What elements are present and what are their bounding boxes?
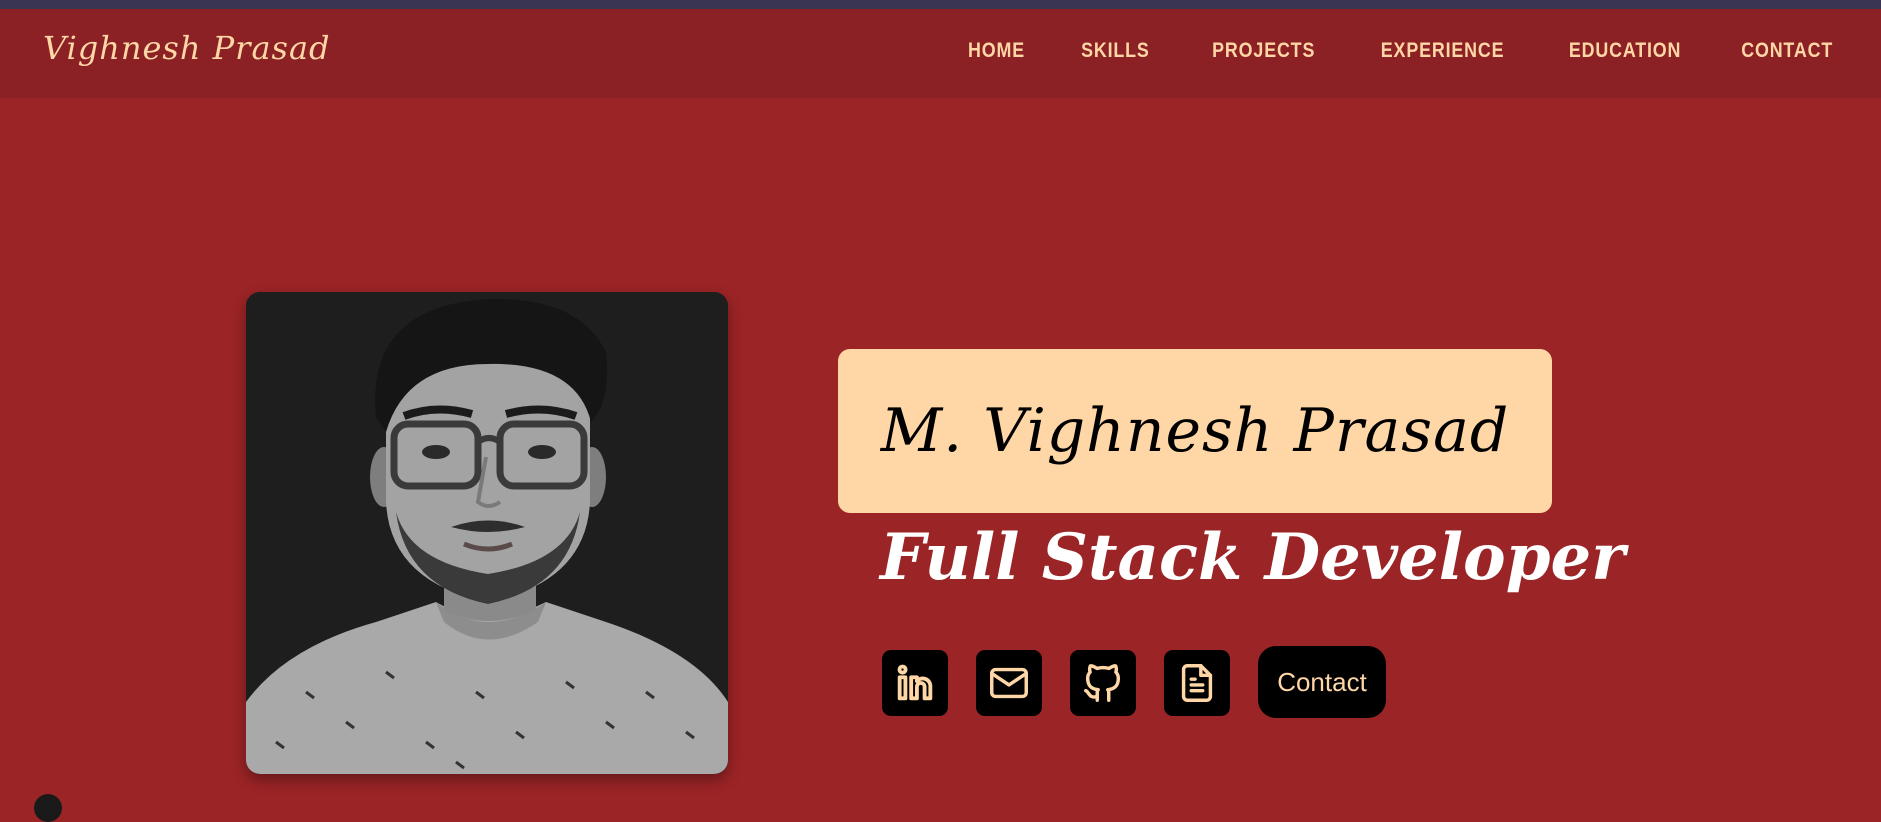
main-nav: HOME SKILLS PROJECTS EXPERIENCE EDUCATIO…	[914, 39, 1833, 63]
resume-button[interactable]	[1164, 650, 1230, 716]
github-icon	[1084, 664, 1121, 702]
nav-projects[interactable]: PROJECTS	[1212, 39, 1315, 63]
nav-skills[interactable]: SKILLS	[1081, 39, 1150, 63]
email-icon	[990, 667, 1028, 699]
linkedin-icon	[897, 664, 933, 701]
email-button[interactable]	[976, 650, 1042, 716]
nav-contact[interactable]: CONTACT	[1741, 39, 1833, 63]
nav-experience[interactable]: EXPERIENCE	[1381, 39, 1505, 63]
resume-icon	[1181, 664, 1213, 702]
navbar: Vighnesh Prasad HOME SKILLS PROJECTS EXP…	[0, 9, 1881, 98]
corner-widget[interactable]	[34, 794, 62, 822]
hero-name: M. Vighnesh Prasad	[880, 396, 1510, 466]
social-links: Contact	[882, 646, 1386, 718]
linkedin-button[interactable]	[882, 650, 948, 716]
nav-education[interactable]: EDUCATION	[1568, 39, 1680, 63]
nav-home[interactable]: HOME	[968, 39, 1025, 63]
contact-button[interactable]: Contact	[1258, 646, 1386, 718]
github-button[interactable]	[1070, 650, 1136, 716]
brand-logo[interactable]: Vighnesh Prasad	[43, 29, 331, 67]
top-strip	[0, 0, 1881, 9]
profile-photo	[246, 292, 728, 774]
hero-title: Full Stack Developer	[880, 520, 1625, 595]
name-card: M. Vighnesh Prasad	[838, 349, 1552, 513]
